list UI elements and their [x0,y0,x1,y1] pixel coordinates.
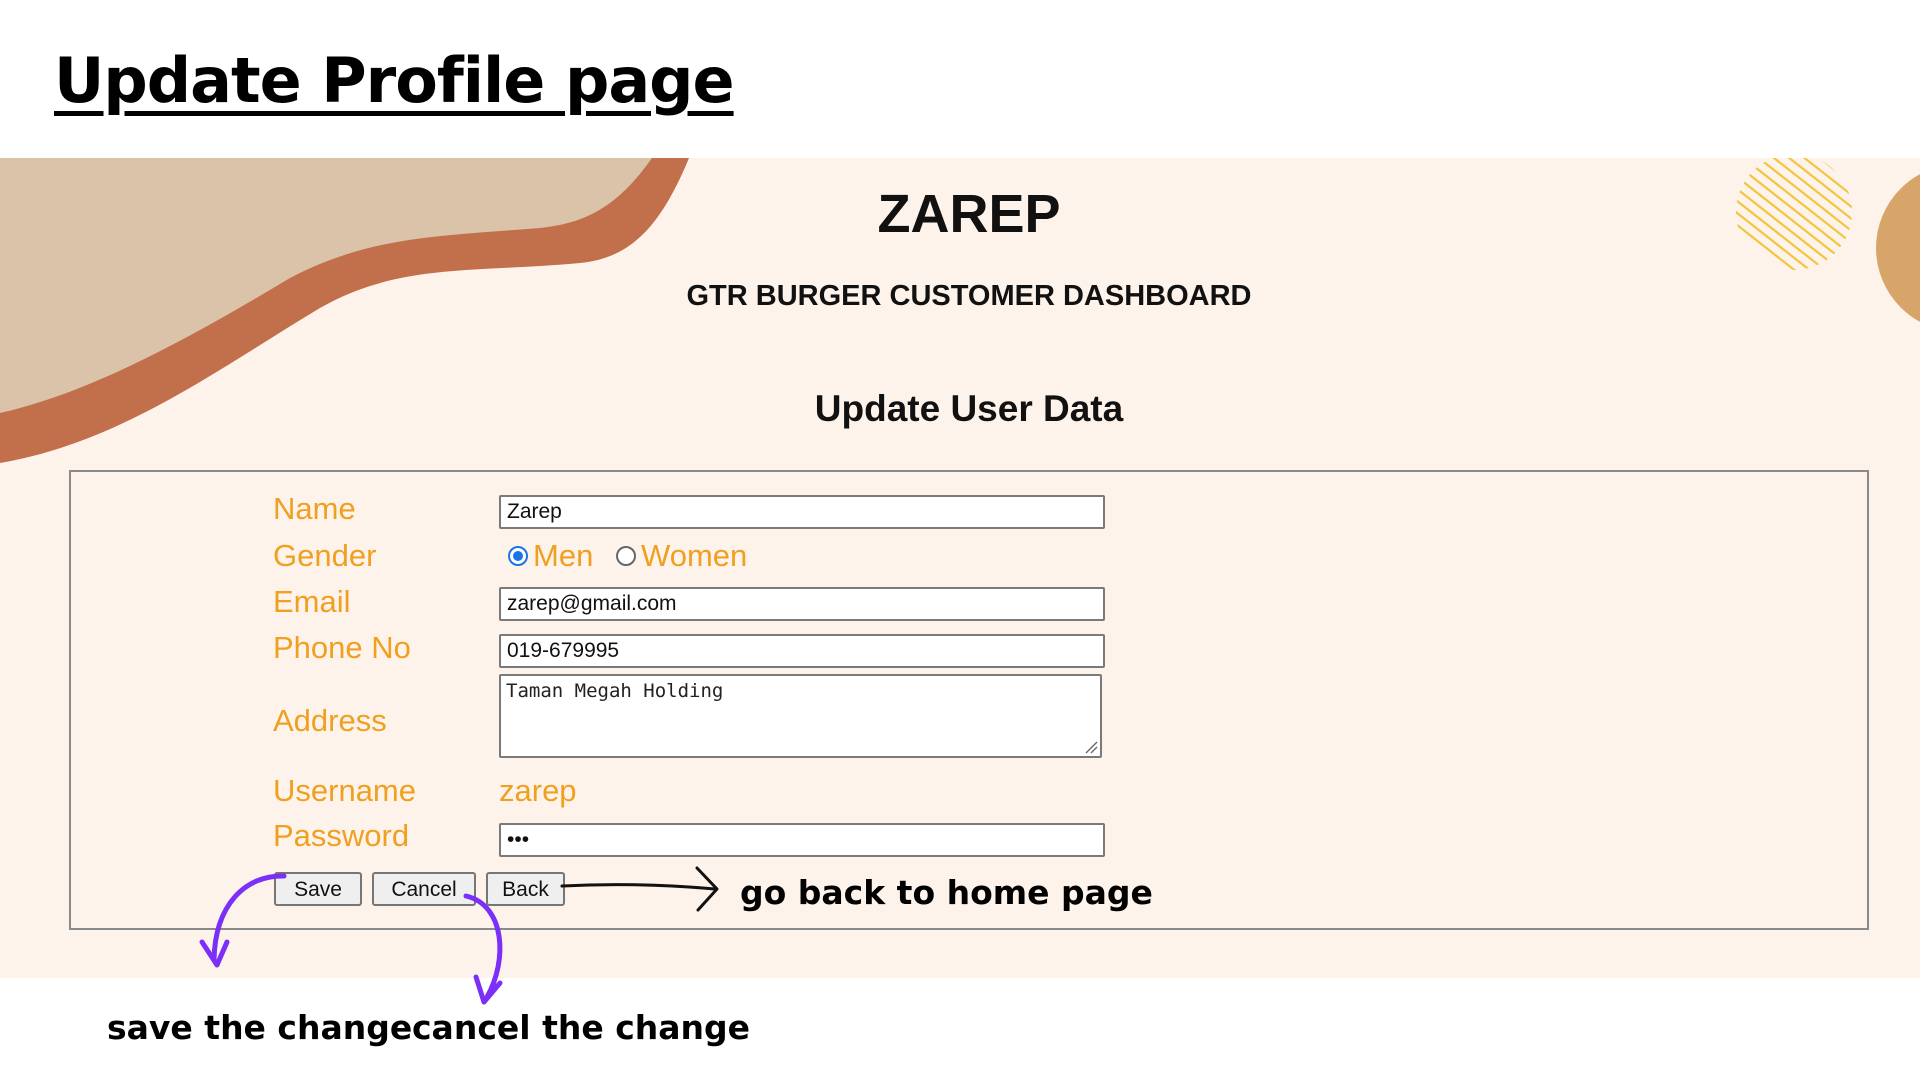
save-annotation: save the change [107,1008,413,1047]
save-arrow [199,873,287,968]
annotation-arrows [199,866,719,1005]
back-arrow [560,866,719,912]
cancel-arrow [463,893,503,1005]
back-annotation: go back to home page [740,873,1153,912]
cancel-annotation: cancel the change [412,1008,751,1047]
